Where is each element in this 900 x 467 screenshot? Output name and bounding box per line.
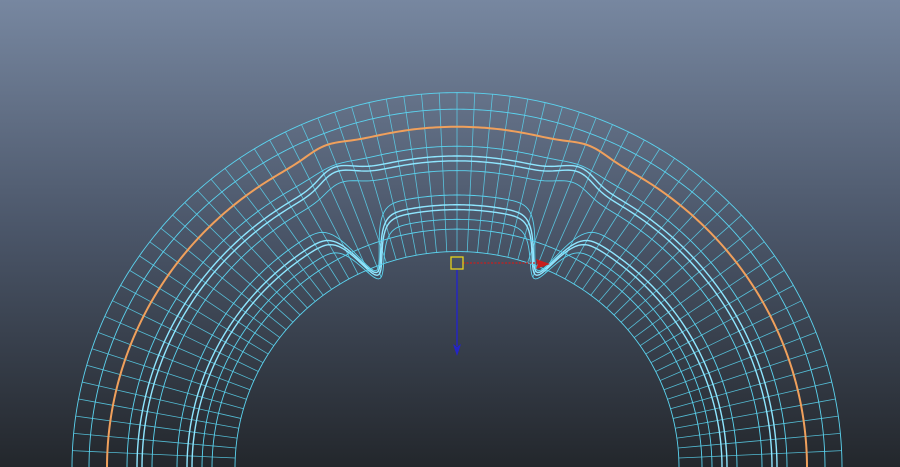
viewport-canvas[interactable] bbox=[0, 0, 900, 467]
3d-viewport[interactable] bbox=[0, 0, 900, 467]
